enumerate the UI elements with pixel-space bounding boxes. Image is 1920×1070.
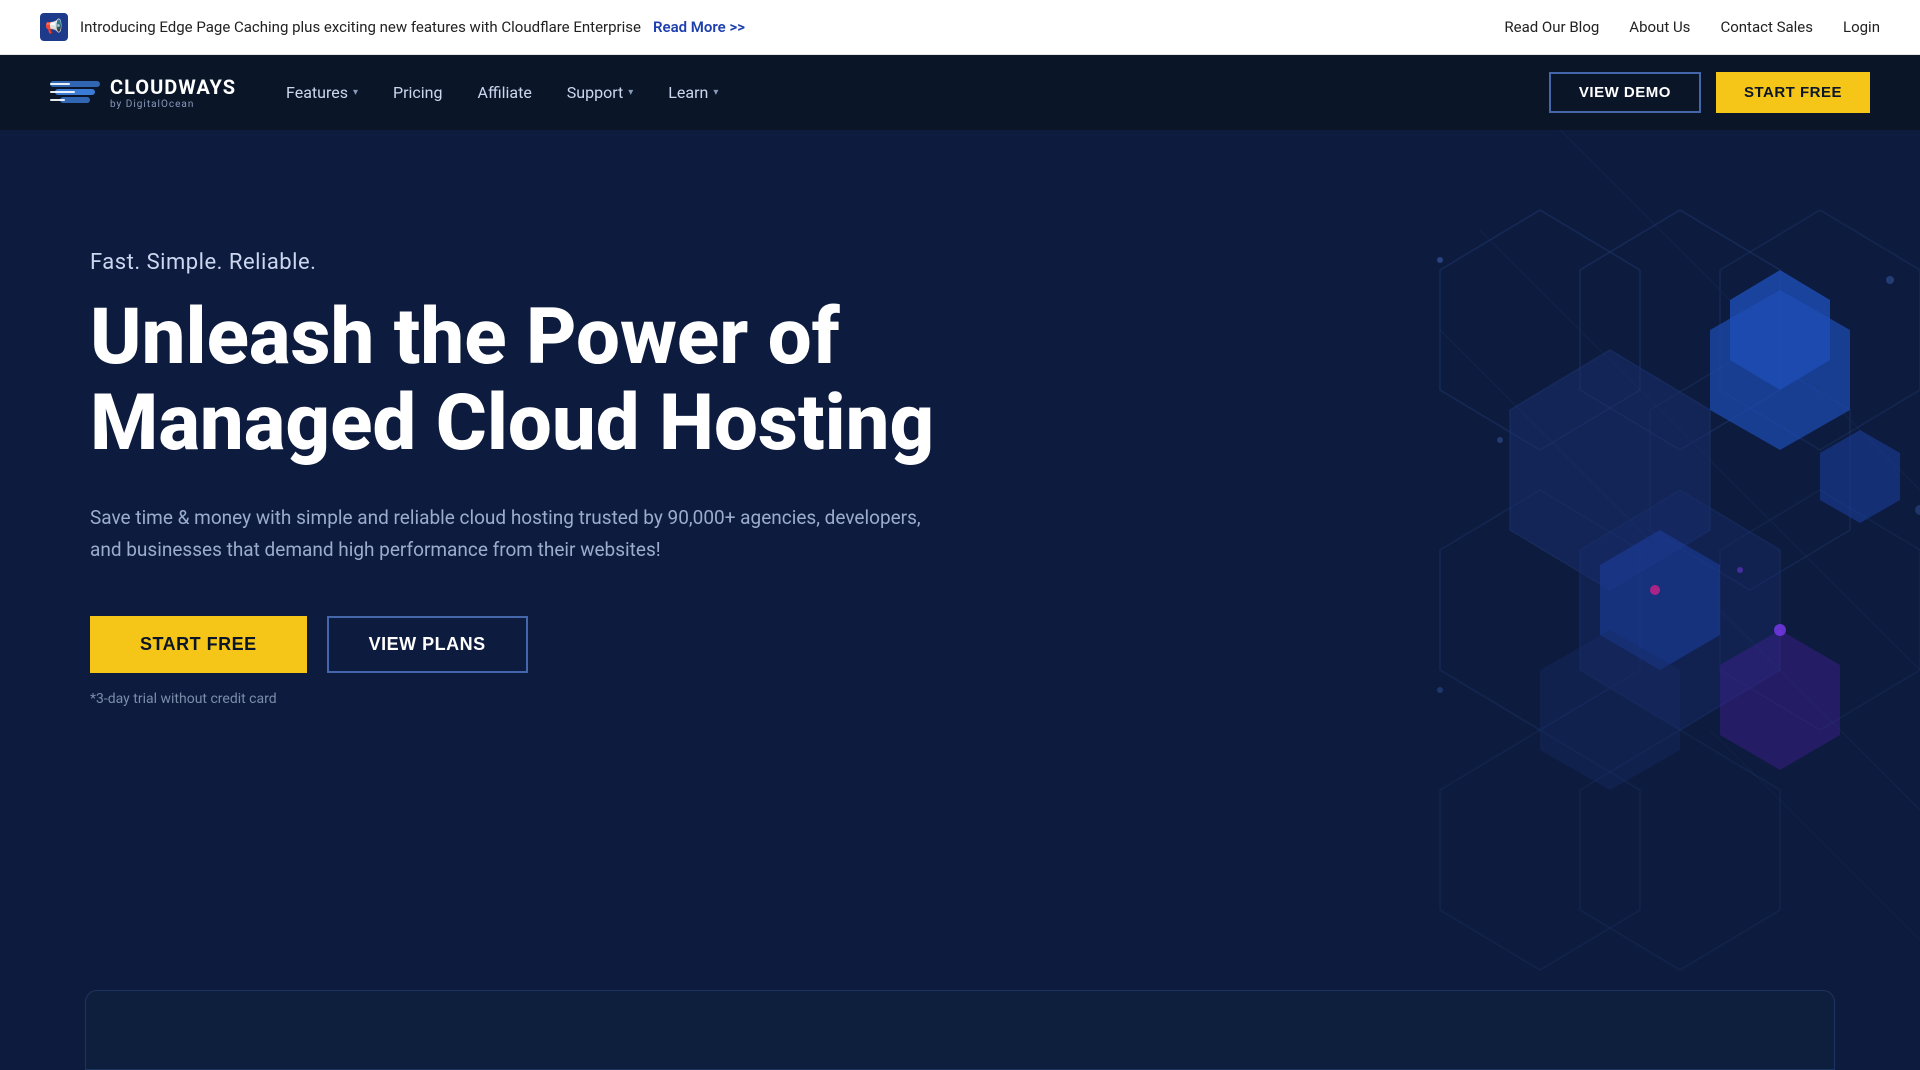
logo[interactable]: CLOUDWAYS by DigitalOcean (50, 73, 236, 113)
nav-links: Features ▾ Pricing Affiliate Support ▾ L… (286, 83, 718, 102)
announcement-left: 📢 Introducing Edge Page Caching plus exc… (40, 13, 745, 41)
announcement-bar: 📢 Introducing Edge Page Caching plus exc… (0, 0, 1920, 55)
features-chevron-icon: ▾ (353, 87, 358, 98)
announcement-icon: 📢 (40, 13, 68, 41)
nav-features[interactable]: Features ▾ (286, 83, 358, 102)
view-demo-button[interactable]: VIEW DEMO (1549, 72, 1701, 113)
logo-icon (50, 73, 100, 113)
nav-pricing[interactable]: Pricing (393, 83, 443, 102)
nav-learn[interactable]: Learn ▾ (668, 83, 718, 102)
hero-section: Fast. Simple. Reliable. Unleash the Powe… (0, 130, 1920, 1070)
nav-support[interactable]: Support ▾ (567, 83, 634, 102)
hero-background-graphic (960, 130, 1920, 1070)
navbar-left: CLOUDWAYS by DigitalOcean Features ▾ Pri… (50, 73, 718, 113)
read-more-link[interactable]: Read More >> (653, 18, 745, 36)
start-free-nav-button[interactable]: START FREE (1716, 72, 1870, 113)
hero-content: Fast. Simple. Reliable. Unleash the Powe… (90, 250, 990, 707)
learn-chevron-icon: ▾ (713, 87, 718, 98)
logo-text: CLOUDWAYS by DigitalOcean (110, 75, 236, 110)
hero-trial-text: *3-day trial without credit card (90, 691, 990, 707)
hero-title: Unleash the Power of Managed Cloud Hosti… (90, 295, 990, 467)
navbar: CLOUDWAYS by DigitalOcean Features ▾ Pri… (0, 55, 1920, 130)
contact-sales-link[interactable]: Contact Sales (1720, 18, 1813, 36)
announcement-links: Read Our Blog About Us Contact Sales Log… (1504, 18, 1880, 36)
hero-buttons: START FREE VIEW PLANS (90, 616, 990, 673)
announcement-text: Introducing Edge Page Caching plus excit… (80, 18, 641, 36)
about-us-link[interactable]: About Us (1629, 18, 1690, 36)
login-link[interactable]: Login (1843, 18, 1880, 36)
nav-affiliate[interactable]: Affiliate (478, 83, 532, 102)
start-free-hero-button[interactable]: START FREE (90, 616, 307, 673)
hero-tagline: Fast. Simple. Reliable. (90, 250, 990, 275)
support-chevron-icon: ▾ (628, 87, 633, 98)
logo-main-text: CLOUDWAYS (110, 75, 236, 99)
read-our-blog-link[interactable]: Read Our Blog (1504, 18, 1599, 36)
hero-description: Save time & money with simple and reliab… (90, 502, 940, 567)
bottom-card-hint (85, 990, 1835, 1070)
logo-sub-text: by DigitalOcean (110, 99, 236, 110)
navbar-right: VIEW DEMO START FREE (1549, 72, 1870, 113)
view-plans-button[interactable]: VIEW PLANS (327, 616, 528, 673)
